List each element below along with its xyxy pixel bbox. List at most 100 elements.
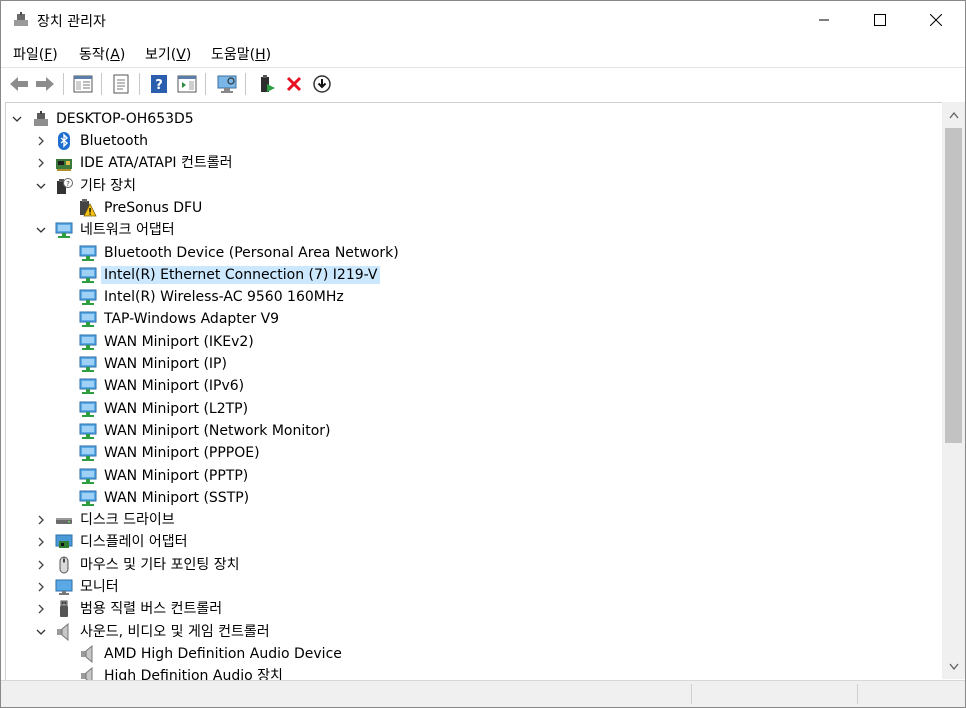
tree-device[interactable]: WAN Miniport (L2TP) [6, 398, 936, 420]
chevron-right-icon[interactable] [34, 156, 48, 170]
tree-category[interactable]: 네트워크 어댑터 [6, 219, 936, 241]
tree-item-label: 사운드, 비디오 및 게임 컨트롤러 [80, 623, 270, 640]
tree-device[interactable]: WAN Miniport (IP) [6, 353, 936, 375]
tree-item-label: IDE ATA/ATAPI 컨트롤러 [80, 155, 233, 172]
toolbar-separator [205, 73, 206, 95]
tree-category[interactable]: 범용 직렬 버스 컨트롤러 [6, 598, 936, 620]
close-icon [930, 14, 942, 26]
chevron-down-icon[interactable] [34, 179, 48, 193]
tree-device[interactable]: PreSonus DFU [6, 197, 936, 219]
network-adapter-icon [79, 489, 97, 507]
tree-category[interactable]: 사운드, 비디오 및 게임 컨트롤러 [6, 621, 936, 643]
window-title: 장치 관리자 [37, 14, 106, 30]
tree-device[interactable]: Intel(R) Ethernet Connection (7) I219-V [6, 264, 936, 286]
menu-action[interactable]: 동작(A) [79, 44, 125, 64]
maximize-button[interactable] [851, 1, 909, 39]
action-pane-button[interactable] [175, 72, 199, 96]
status-pane [857, 684, 858, 704]
tree-item-label: Intel(R) Wireless-AC 9560 160MHz [104, 289, 344, 306]
tree-category[interactable]: 마우스 및 기타 포인팅 장치 [6, 554, 936, 576]
properties-icon [113, 74, 129, 94]
tree-category[interactable]: Bluetooth [6, 130, 936, 152]
chevron-right-icon[interactable] [34, 513, 48, 527]
monitor-icon [55, 578, 73, 596]
tree-category[interactable]: IDE ATA/ATAPI 컨트롤러 [6, 152, 936, 174]
tree-item-label: WAN Miniport (IP) [104, 356, 227, 372]
scan-hardware-button[interactable] [215, 72, 239, 96]
chevron-down-icon[interactable] [10, 112, 24, 126]
tree-device[interactable]: WAN Miniport (SSTP) [6, 487, 936, 509]
update-driver-icon [261, 75, 275, 92]
network-adapter-icon [79, 444, 97, 462]
menu-help[interactable]: 도움말(H) [211, 44, 271, 64]
tree-device[interactable]: Intel(R) Wireless-AC 9560 160MHz [6, 286, 936, 308]
chevron-right-icon[interactable] [34, 602, 48, 616]
close-button[interactable] [907, 1, 965, 39]
help-button[interactable]: ? [147, 72, 171, 96]
update-driver-button[interactable] [255, 72, 279, 96]
tree-device[interactable]: WAN Miniport (PPPOE) [6, 442, 936, 464]
tree-device[interactable]: WAN Miniport (PPTP) [6, 465, 936, 487]
network-adapter-icon [79, 333, 97, 351]
tree-category[interactable]: 모니터 [6, 576, 936, 598]
tree-category[interactable]: 디스크 드라이브 [6, 509, 936, 531]
status-bar [1, 680, 965, 707]
chevron-right-icon[interactable] [34, 580, 48, 594]
tree-item-label: 기타 장치 [80, 177, 136, 194]
warning-device-icon [79, 198, 97, 217]
tree-item-label: 모니터 [80, 579, 119, 595]
menu-file[interactable]: 파일(F) [13, 44, 58, 64]
display-adapter-icon [55, 533, 73, 551]
chevron-down-icon[interactable] [34, 625, 48, 639]
tree-root[interactable]: DESKTOP-OH653D5 [6, 108, 936, 130]
tree-device[interactable]: TAP-Windows Adapter V9 [6, 308, 936, 330]
toolbar-separator [101, 73, 102, 95]
network-adapter-icon [79, 400, 97, 418]
chevron-right-icon[interactable] [34, 558, 48, 572]
title-bar[interactable]: 장치 관리자 [1, 1, 965, 39]
usb-icon [55, 600, 73, 618]
chevron-down-icon [948, 663, 959, 671]
tree-root-label: DESKTOP-OH653D5 [56, 111, 194, 127]
tree-device[interactable]: High Definition Audio 장치 [6, 665, 936, 680]
scrollbar-thumb[interactable] [945, 128, 962, 443]
properties-button[interactable] [109, 72, 133, 96]
scroll-up-button[interactable] [942, 105, 965, 125]
maximize-icon [874, 14, 886, 26]
network-adapter-icon [79, 266, 97, 284]
network-adapter-icon [79, 288, 97, 306]
tree-category[interactable]: ? 기타 장치 [6, 175, 936, 197]
toolbar-separator [245, 73, 246, 95]
menu-view[interactable]: 보기(V) [145, 44, 191, 64]
minimize-button[interactable] [795, 1, 853, 39]
tree-device[interactable]: WAN Miniport (IPv6) [6, 375, 936, 397]
tree-category[interactable]: 디스플레이 어댑터 [6, 531, 936, 553]
tree-item-label: WAN Miniport (IPv6) [104, 378, 245, 395]
tree-device[interactable]: Bluetooth Device (Personal Area Network) [6, 242, 936, 264]
tree-device[interactable]: WAN Miniport (Network Monitor) [6, 420, 936, 442]
speaker-icon [79, 644, 97, 663]
toolbar-separator [139, 73, 140, 95]
chevron-right-icon[interactable] [34, 134, 48, 148]
device-tree[interactable]: DESKTOP-OH653D5 Bluetooth IDE ATA/ATAPI 컨… [5, 102, 942, 680]
scroll-down-button[interactable] [942, 657, 965, 677]
tree-device[interactable]: WAN Miniport (IKEv2) [6, 331, 936, 353]
scan-hardware-icon [217, 75, 237, 93]
uninstall-device-button[interactable] [282, 72, 306, 96]
disk-drive-icon [55, 511, 73, 529]
tree-device[interactable]: AMD High Definition Audio Device [6, 643, 936, 665]
tree-item-label: PreSonus DFU [104, 199, 203, 216]
chevron-right-icon[interactable] [34, 535, 48, 549]
speaker-icon [55, 622, 73, 641]
back-button[interactable] [7, 72, 31, 96]
tree-item-label: Bluetooth [80, 133, 148, 149]
disable-device-button[interactable] [310, 72, 334, 96]
forward-button[interactable] [33, 72, 57, 96]
toolbar-separator [63, 73, 64, 95]
uninstall-icon [286, 76, 302, 92]
properties-pane-button[interactable] [71, 72, 95, 96]
vertical-scrollbar[interactable] [942, 102, 965, 679]
chevron-down-icon[interactable] [34, 223, 48, 237]
device-manager-icon [14, 12, 28, 26]
ide-controller-icon [55, 154, 73, 172]
